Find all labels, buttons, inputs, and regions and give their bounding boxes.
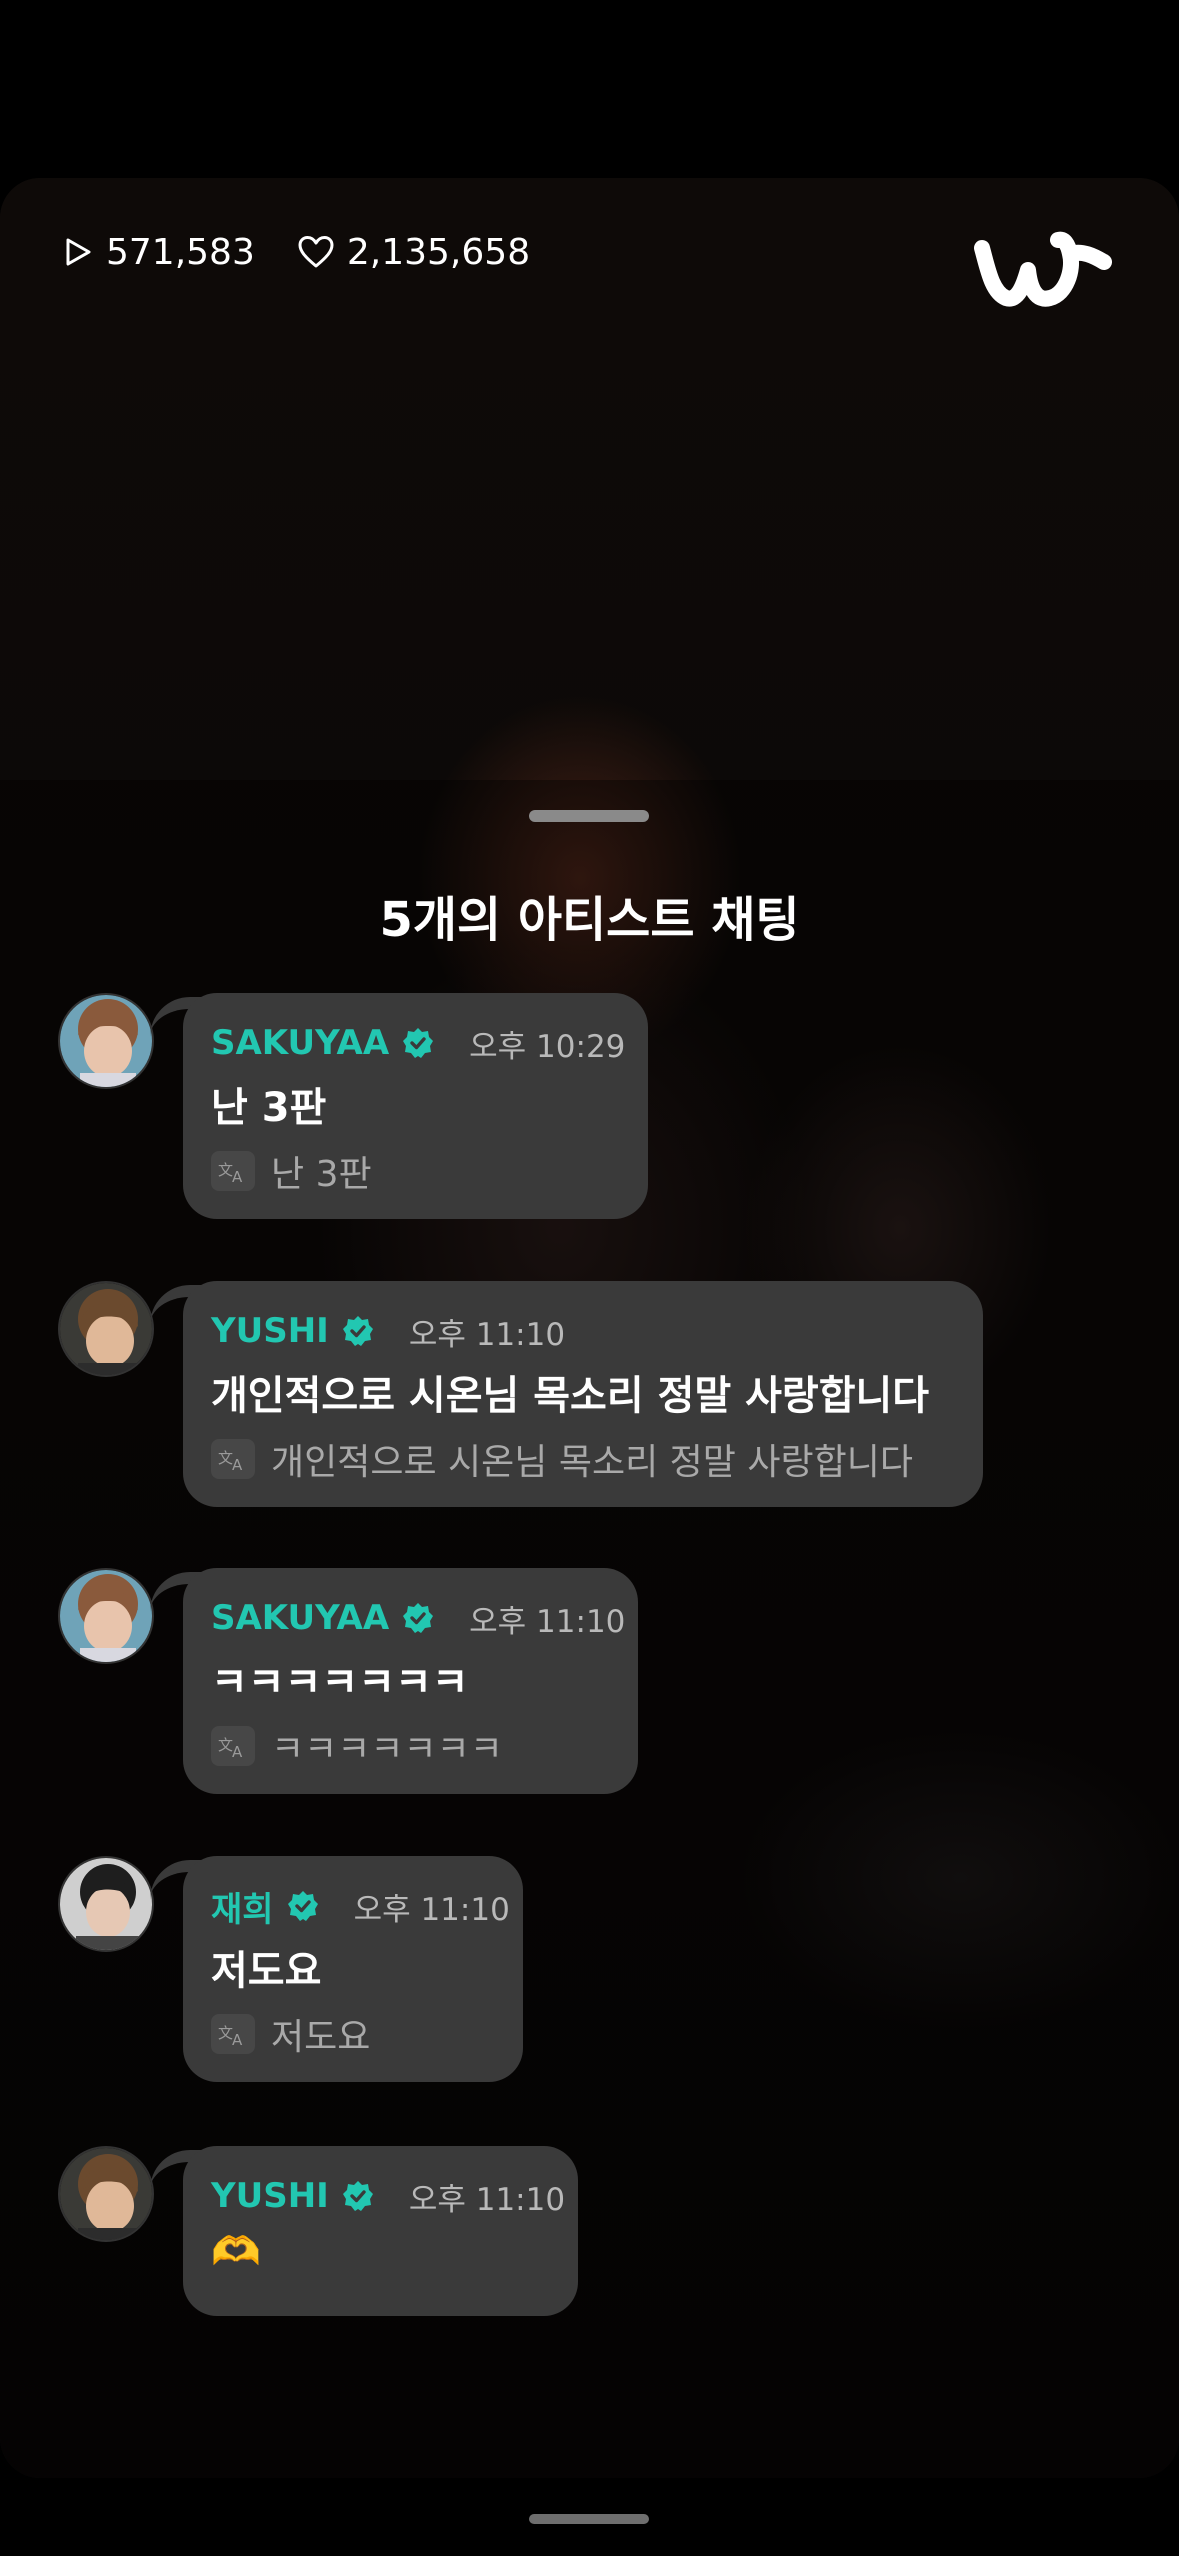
translate-icon: 文A [211, 1439, 255, 1479]
svg-text:A: A [232, 1456, 243, 1473]
verified-badge-icon [286, 1889, 320, 1923]
heart-outline-icon [297, 235, 335, 269]
timestamp: 오후 10:29 [469, 1028, 626, 1065]
sheet-drag-handle[interactable] [529, 810, 649, 822]
avatar[interactable] [58, 993, 154, 1089]
avatar[interactable] [58, 1568, 154, 1664]
verified-badge-icon [341, 1314, 375, 1348]
verified-badge-icon [401, 1601, 435, 1635]
play-count: 571,583 [106, 231, 255, 273]
translate-icon: 文A [211, 1726, 255, 1766]
avatar[interactable] [58, 1281, 154, 1377]
message-text: 저도요 [211, 1948, 322, 1994]
translation-text: 개인적으로 시온님 목소리 정말 사랑합니다 [271, 1442, 913, 1483]
message-text: 난 3판 [211, 1085, 327, 1131]
timestamp: 오후 11:10 [353, 1891, 510, 1928]
svg-text:文: 文 [218, 1161, 233, 1179]
message-text: 🫶 [211, 2229, 261, 2275]
verified-badge-icon [401, 1026, 435, 1060]
username[interactable]: 재희 [211, 1882, 274, 1931]
chat-bubble: YUSHI 오후 11:10 🫶 [183, 2146, 578, 2316]
timestamp: 오후 11:10 [469, 1603, 626, 1640]
translation-text: 저도요 [271, 2017, 371, 2058]
username[interactable]: SAKUYAA [211, 1023, 389, 1063]
translate-icon: 文A [211, 2014, 255, 2054]
stats-bar: 571,583 2,135,658 [60, 224, 530, 280]
live-video-card: 571,583 2,135,658 5개의 아티스트 채팅 SAKUYAA 오후… [0, 178, 1179, 2478]
avatar[interactable] [58, 1856, 154, 1952]
svg-text:A: A [232, 2031, 243, 2048]
username[interactable]: YUSHI [211, 2176, 329, 2216]
home-indicator[interactable] [529, 2514, 649, 2524]
svg-text:A: A [232, 1168, 243, 1185]
avatar[interactable] [58, 2146, 154, 2242]
translation-text: ㅋㅋㅋㅋㅋㅋㅋ [271, 1729, 503, 1770]
timestamp: 오후 11:10 [408, 1316, 566, 1353]
artist-chat-title: 5개의 아티스트 채팅 [379, 892, 800, 948]
weverse-logo[interactable] [972, 226, 1112, 318]
svg-text:A: A [232, 1743, 243, 1760]
svg-text:文: 文 [218, 2024, 233, 2042]
timestamp: 오후 11:10 [408, 2181, 566, 2218]
chat-bubble: 재희 오후 11:10 저도요 文A 저도요 [183, 1856, 523, 2082]
chat-bubble: SAKUYAA 오후 11:10 ㅋㅋㅋㅋㅋㅋㅋ 文A ㅋㅋㅋㅋㅋㅋㅋ [183, 1568, 638, 1794]
username[interactable]: YUSHI [211, 1311, 329, 1351]
svg-text:文: 文 [218, 1736, 233, 1754]
chat-bubble: YUSHI 오후 11:10 개인적으로 시온님 목소리 정말 사랑합니다 文A… [183, 1281, 983, 1507]
translate-icon: 文A [211, 1151, 255, 1191]
translation-text: 난 3판 [271, 1154, 372, 1195]
message-text: 개인적으로 시온님 목소리 정말 사랑합니다 [211, 1373, 930, 1419]
chat-bubble: SAKUYAA 오후 10:29 난 3판 文A 난 3판 [183, 993, 648, 1219]
message-text: ㅋㅋㅋㅋㅋㅋㅋ [211, 1660, 469, 1706]
play-icon [60, 235, 94, 269]
like-count: 2,135,658 [346, 231, 531, 273]
verified-badge-icon [341, 2179, 375, 2213]
svg-text:文: 文 [218, 1449, 233, 1467]
username[interactable]: SAKUYAA [211, 1598, 389, 1638]
